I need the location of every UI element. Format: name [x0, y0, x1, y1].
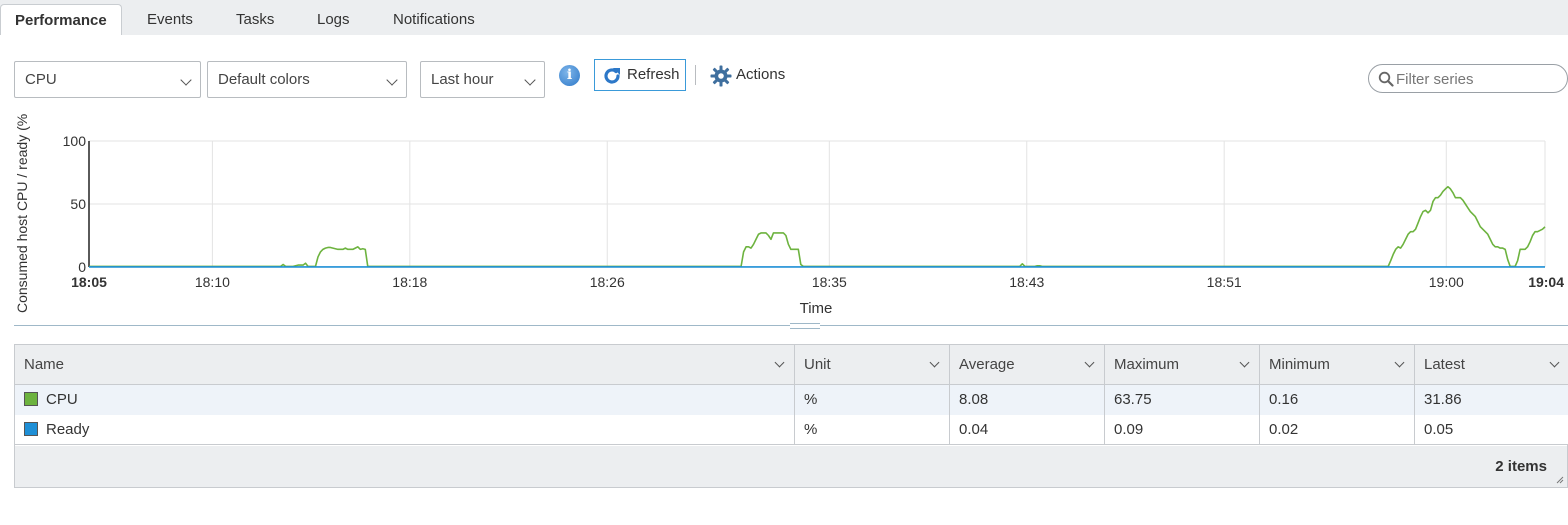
- chevron-down-icon[interactable]: [1549, 357, 1560, 368]
- metric-select-value: CPU: [25, 71, 57, 88]
- chevron-down-icon: [524, 74, 536, 86]
- table-row[interactable]: CPU % 8.08 63.75 0.16 31.86: [15, 385, 1568, 415]
- series-line-cpu: [89, 185, 1546, 268]
- cell-latest: 0.05: [1424, 421, 1454, 438]
- search-icon: [1378, 71, 1394, 87]
- cell-latest: 31.86: [1424, 391, 1462, 408]
- tab-notifications[interactable]: Notifications: [393, 4, 475, 35]
- column-header-unit[interactable]: Unit: [795, 345, 950, 384]
- x-tick-label: 18:18: [392, 274, 427, 290]
- chevron-down-icon: [180, 74, 192, 86]
- x-axis-label: Time: [800, 300, 833, 317]
- chevron-down-icon[interactable]: [1239, 357, 1250, 368]
- column-header-name[interactable]: Name: [15, 345, 795, 384]
- tab-bar: Performance Events Tasks Logs Notificati…: [0, 0, 1568, 35]
- y-axis-label: Consumed host CPU / ready (%: [14, 114, 30, 313]
- x-tick-label: 18:26: [590, 274, 625, 290]
- resize-handle-icon[interactable]: [1556, 476, 1564, 484]
- info-icon[interactable]: i: [559, 65, 580, 86]
- refresh-icon: [604, 68, 620, 84]
- column-header-label: Maximum: [1114, 356, 1180, 373]
- metric-select[interactable]: CPU: [14, 61, 201, 98]
- table-header: Name Unit Average Maximum Minimum Latest: [15, 345, 1568, 385]
- x-tick-label: 18:10: [195, 274, 230, 290]
- period-select[interactable]: Last hour: [420, 61, 545, 98]
- chevron-down-icon[interactable]: [774, 357, 785, 368]
- column-header-minimum[interactable]: Minimum: [1260, 345, 1415, 384]
- column-header-label: Latest: [1424, 356, 1465, 373]
- chevron-down-icon[interactable]: [1394, 357, 1405, 368]
- refresh-button[interactable]: Refresh: [594, 59, 686, 91]
- period-select-value: Last hour: [431, 71, 494, 88]
- item-count: 2 items: [1495, 458, 1547, 475]
- series-color-swatch: [24, 422, 38, 436]
- cell-maximum: 63.75: [1105, 385, 1260, 415]
- tab-tasks[interactable]: Tasks: [236, 4, 274, 35]
- chevron-down-icon: [386, 74, 398, 86]
- cell-unit: %: [795, 415, 950, 445]
- y-tick-label: 100: [63, 133, 87, 149]
- series-table: Name Unit Average Maximum Minimum Latest…: [14, 344, 1568, 488]
- column-header-label: Unit: [804, 356, 831, 373]
- tab-performance[interactable]: Performance: [0, 4, 122, 35]
- y-tick-label: 0: [78, 259, 86, 275]
- column-header-average[interactable]: Average: [950, 345, 1105, 384]
- color-scheme-select[interactable]: Default colors: [207, 61, 407, 98]
- cell-name: Ready: [15, 415, 795, 445]
- y-tick-label: 50: [70, 196, 86, 212]
- cell-name: CPU: [15, 385, 795, 415]
- column-header-label: Minimum: [1269, 356, 1330, 373]
- table-row[interactable]: Ready % 0.04 0.09 0.02 0.05: [15, 415, 1568, 445]
- x-tick-label: 18:05: [71, 274, 107, 290]
- cell-average: 0.04: [950, 415, 1105, 445]
- column-header-label: Average: [959, 356, 1015, 373]
- column-header-latest[interactable]: Latest: [1415, 345, 1568, 384]
- column-header-maximum[interactable]: Maximum: [1105, 345, 1260, 384]
- gear-icon: [710, 65, 732, 87]
- refresh-label: Refresh: [627, 66, 680, 83]
- cell-minimum: 0.02: [1260, 415, 1415, 445]
- chevron-down-icon[interactable]: [929, 357, 940, 368]
- column-header-label: Name: [24, 356, 65, 373]
- color-scheme-select-value: Default colors: [218, 71, 310, 88]
- series-name: Ready: [46, 421, 90, 438]
- cell-minimum: 0.16: [1260, 385, 1415, 415]
- series-name: CPU: [46, 391, 78, 408]
- filter-series-field[interactable]: [1368, 64, 1568, 93]
- performance-chart: 0 50 100 18:05 18:10 18:18 18:26 18:35 18:43 18:5…: [14, 114, 1564, 317]
- x-tick-label: 18:43: [1009, 274, 1044, 290]
- series-color-swatch: [24, 392, 38, 406]
- x-tick-label: 19:04: [1528, 274, 1564, 290]
- cell-average: 8.08: [950, 385, 1105, 415]
- resize-grip-handle[interactable]: [790, 323, 820, 329]
- x-tick-label: 18:51: [1207, 274, 1242, 290]
- x-tick-label: 19:00: [1429, 274, 1464, 290]
- chevron-down-icon[interactable]: [1084, 357, 1095, 368]
- table-footer: 2 items: [15, 446, 1567, 487]
- filter-series-input[interactable]: [1396, 68, 1561, 90]
- cell-unit: %: [795, 385, 950, 415]
- tab-logs[interactable]: Logs: [317, 4, 350, 35]
- x-tick-label: 18:35: [812, 274, 847, 290]
- toolbar-separator: [695, 65, 696, 85]
- tab-events[interactable]: Events: [147, 4, 193, 35]
- cell-maximum: 0.09: [1105, 415, 1260, 445]
- actions-label: Actions: [736, 66, 786, 83]
